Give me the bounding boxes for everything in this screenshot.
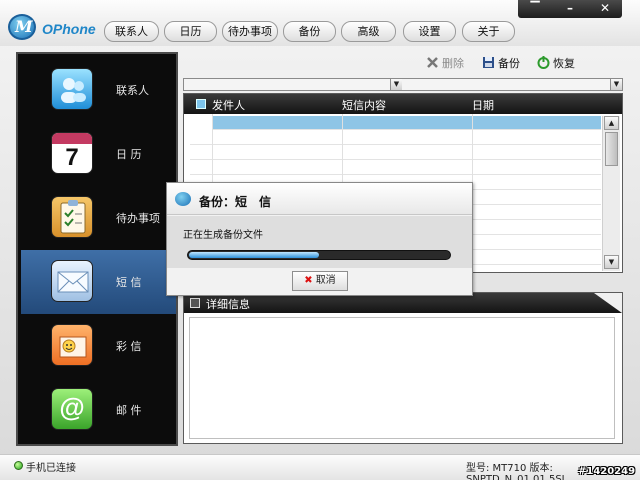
detail-title: 详细信息 <box>206 298 250 311</box>
top-bar: M OPhone 联系人 日历 待办事项 备份 高级 设置 关于 ▔ – ✕ <box>0 0 640 46</box>
brand-name: OPhone <box>42 21 96 37</box>
chevron-down-icon[interactable]: ▼ <box>610 79 622 90</box>
column-date[interactable]: 日期 <box>472 97 494 113</box>
restore-icon <box>537 56 550 69</box>
cancel-button[interactable]: ✖ 取消 <box>292 271 348 291</box>
dialog-header: 备份：短 信 <box>167 183 472 215</box>
contacts-icon <box>51 68 93 110</box>
close-button[interactable]: ✕ <box>588 0 622 18</box>
calendar-day: 7 <box>65 144 79 171</box>
todo-icon <box>51 196 93 238</box>
table-row[interactable] <box>190 131 601 145</box>
close-icon: ✖ <box>304 275 313 286</box>
sidebar-item-label: 彩 信 <box>116 340 142 353</box>
column-content[interactable]: 短信内容 <box>342 97 386 113</box>
sidebar-item-label: 日 历 <box>116 148 142 161</box>
dialog-message: 正在生成备份文件 <box>183 230 263 241</box>
dialog-title: 备份：短 信 <box>199 195 272 209</box>
vertical-scrollbar[interactable]: ▲ ▼ <box>602 116 620 271</box>
window-controls: ▔ – ✕ <box>518 0 622 18</box>
delete-icon <box>426 56 439 69</box>
sidebar-item-label: 联系人 <box>116 84 149 97</box>
nav-backup[interactable]: 备份 <box>283 21 336 42</box>
connection-status-icon <box>14 461 23 470</box>
nav-advanced[interactable]: 高级 <box>341 21 396 42</box>
filter-bar: ▼ ▼ <box>183 78 623 91</box>
sidebar-item-calendar[interactable]: 7 日 历 <box>21 122 176 186</box>
watermark: #1420249 <box>578 466 636 477</box>
calendar-icon: 7 <box>51 132 93 174</box>
sidebar-item-label: 邮 件 <box>116 404 142 417</box>
nav-settings[interactable]: 设置 <box>403 21 456 42</box>
header-corner <box>594 293 622 313</box>
restore-button[interactable]: 恢复 <box>537 56 575 72</box>
nav-calendar[interactable]: 日历 <box>164 21 217 42</box>
progress-fill <box>189 252 319 258</box>
nav-todo[interactable]: 待办事项 <box>222 21 278 42</box>
table-row[interactable] <box>190 146 601 160</box>
table-row[interactable] <box>212 116 601 130</box>
email-icon: @ <box>51 388 93 430</box>
sidebar-item-todo[interactable]: 待办事项 <box>21 186 176 250</box>
logo-icon <box>175 192 191 206</box>
sms-icon <box>51 260 93 302</box>
delete-button[interactable]: 删除 <box>426 56 464 72</box>
sidebar-item-sms[interactable]: 短 信 <box>21 250 176 314</box>
detail-header: 详细信息 <box>184 293 622 313</box>
mms-icon <box>51 324 93 366</box>
backup-button[interactable]: 备份 <box>482 56 520 72</box>
status-bar: 手机已连接 型号: MT710 版本: SNPTD_N_01.01.5SI <box>0 454 640 480</box>
connection-status: 手机已连接 <box>26 463 76 474</box>
scroll-thumb[interactable] <box>605 132 618 166</box>
window-menu-button[interactable]: ▔ <box>518 0 552 18</box>
nav-about[interactable]: 关于 <box>462 21 515 42</box>
sidebar-item-mms[interactable]: 彩 信 <box>21 314 176 378</box>
sidebar-item-contacts[interactable]: 联系人 <box>21 58 176 122</box>
progress-bar <box>187 250 451 260</box>
brand-logo: M OPhone <box>6 12 106 40</box>
detail-icon <box>190 298 200 308</box>
scroll-up-arrow[interactable]: ▲ <box>604 116 619 130</box>
detail-panel: 详细信息 <box>183 292 623 444</box>
sidebar-item-email[interactable]: @ 邮 件 <box>21 378 176 442</box>
nav-contacts[interactable]: 联系人 <box>104 21 159 42</box>
sidebar: 联系人 7 日 历 待办事项 短 信 彩 信 @ 邮 件 <box>16 52 178 446</box>
logo-icon: M <box>8 14 36 40</box>
chevron-down-icon[interactable]: ▼ <box>390 79 402 90</box>
backup-dialog: 备份：短 信 正在生成备份文件 ✖ 取消 <box>166 182 473 296</box>
detail-body <box>189 317 615 439</box>
app-window: M OPhone 联系人 日历 待办事项 备份 高级 设置 关于 ▔ – ✕ 联… <box>0 0 640 480</box>
table-row[interactable] <box>190 161 601 175</box>
column-sender[interactable]: 发件人 <box>212 97 245 113</box>
select-all-checkbox[interactable] <box>196 99 206 109</box>
dialog-content: 正在生成备份文件 <box>167 216 472 268</box>
minimize-button[interactable]: – <box>553 0 587 18</box>
list-header: 发件人 短信内容 日期 <box>184 94 622 114</box>
scroll-down-arrow[interactable]: ▼ <box>604 255 619 269</box>
save-icon <box>482 56 495 69</box>
